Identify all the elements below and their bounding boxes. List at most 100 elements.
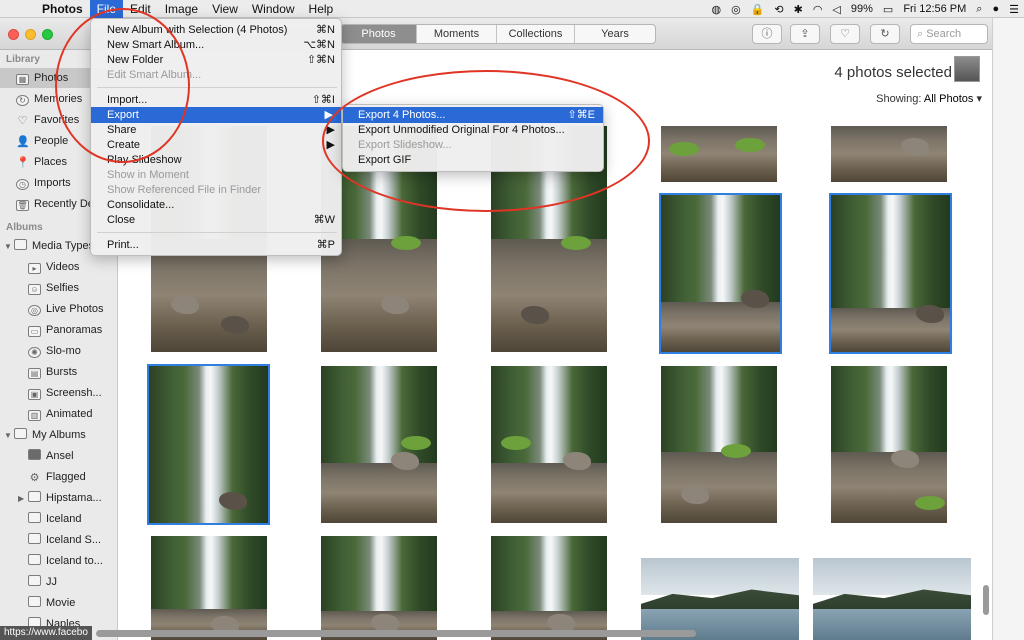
evernote-icon[interactable]: ◍ [711,3,721,16]
zoom-window-button[interactable] [42,29,53,40]
disclosure-closed-icon[interactable]: ▶ [18,489,28,509]
showing-filter[interactable]: Showing: All Photos ▾ [876,92,982,105]
folder-icon [14,239,27,250]
sidebar-album-jj[interactable]: JJ [28,572,57,592]
rotate-button[interactable]: ↻ [870,24,900,44]
menu-item-print[interactable]: Print... ⌘P [107,237,335,253]
clock[interactable]: Fri 12:56 PM [903,3,966,15]
sidebar-group-my-albums[interactable]: ▼ My Albums [4,425,86,445]
sidebar-item-screenshots[interactable]: ▣ Screensh... [28,383,102,403]
sidebar-item-recently-deleted[interactable]: 🗑 Recently De [16,194,94,214]
lock-icon[interactable]: 🔒 [751,3,765,16]
menu-item-close[interactable]: Close ⌘W [107,212,335,228]
photo-thumbnail[interactable] [661,126,777,182]
info-icon: ⓘ [761,28,773,40]
folder-icon [28,596,41,607]
panorama-icon: ▭ [28,326,41,337]
photo-thumbnail[interactable] [491,536,607,640]
sidebar-album-ansel[interactable]: Ansel [28,446,74,466]
menu-app-photos[interactable]: Photos [32,0,90,18]
minimize-window-button[interactable] [25,29,36,40]
sidebar-header-albums: Albums [6,222,43,233]
share-icon: ⇪ [800,28,810,40]
sidebar-album-iceland[interactable]: Iceland [28,509,81,529]
notification-center-icon[interactable]: ☰ [1009,3,1019,16]
animated-icon: ▥ [28,410,41,421]
video-icon: ▸ [28,263,41,274]
sidebar-item-bursts[interactable]: ▤ Bursts [28,362,77,382]
share-button[interactable]: ⇪ [790,24,820,44]
siri-icon[interactable]: ● [992,3,999,15]
annotation-circle-export-submenu [322,70,650,212]
sidebar-item-animated[interactable]: ▥ Animated [28,404,92,424]
sidebar-item-people[interactable]: 👤 People [16,131,68,151]
search-icon: ⌕ [917,28,927,40]
live-photo-icon: ◎ [28,305,41,316]
spotlight-icon[interactable]: ⌕ [976,3,982,16]
sidebar-item-videos[interactable]: ▸ Videos [28,257,79,277]
sidebar-album-flagged[interactable]: ⚙ Flagged [28,467,86,487]
horizontal-scrollbar[interactable] [96,630,696,637]
selfie-icon: ☺ [28,284,41,295]
sidebar-album-movie[interactable]: Movie [28,593,75,613]
wifi-icon[interactable]: ◠ [813,3,823,16]
bluetooth-icon[interactable]: ✱ [794,3,803,16]
photo-thumbnail-selected[interactable] [829,193,952,354]
menu-help[interactable]: Help [302,0,341,18]
tab-years[interactable]: Years [575,25,655,43]
heart-icon: ♡ [840,28,850,40]
sidebar-item-imports[interactable]: ◷ Imports [16,173,71,193]
battery-percent[interactable]: 99% [851,3,873,15]
photo-thumbnail-selected[interactable] [659,193,782,354]
disclosure-open-icon[interactable]: ▼ [4,237,14,257]
menu-item-consolidate[interactable]: Consolidate... [107,197,335,213]
clock-icon: ◷ [16,179,29,190]
tab-collections[interactable]: Collections [497,25,575,43]
sidebar-album-iceland-s[interactable]: Iceland S... [28,530,101,550]
person-icon: 👤 [16,136,30,148]
vertical-scrollbar[interactable] [983,585,989,615]
sidebar-album-hipstamatic[interactable]: ▶ Hipstama... [18,488,102,508]
pin-icon: 📍 [16,157,30,169]
volume-icon[interactable]: ◁ [832,3,840,16]
photo-thumbnail[interactable] [641,558,799,640]
menu-view[interactable]: View [205,0,245,18]
selection-thumbnail[interactable] [954,56,980,82]
menu-window[interactable]: Window [245,0,302,18]
search-input[interactable]: ⌕ Search [910,24,988,44]
sidebar-group-media-types[interactable]: ▼ Media Types [4,236,94,256]
tab-moments[interactable]: Moments [417,25,497,43]
folder-icon [28,491,41,502]
disclosure-open-icon[interactable]: ▼ [4,426,14,446]
photo-thumbnail[interactable] [661,366,777,523]
photo-thumbnail[interactable] [831,366,947,523]
folder-icon [28,575,41,586]
menu-image[interactable]: Image [158,0,205,18]
close-window-button[interactable] [8,29,19,40]
heart-icon: ♡ [17,115,28,127]
creative-cloud-icon[interactable]: ◎ [731,3,741,16]
sidebar-item-places[interactable]: 📍 Places [16,152,67,172]
slo-mo-icon: ✺ [28,347,41,358]
folder-icon [28,512,41,523]
info-button[interactable]: ⓘ [752,24,782,44]
background-window-edge [992,18,1024,640]
search-placeholder: Search [926,28,962,40]
photo-thumbnail[interactable] [151,536,267,640]
sidebar-item-slo-mo[interactable]: ✺ Slo-mo [28,341,81,361]
favorite-button[interactable]: ♡ [830,24,860,44]
memories-icon: ↻ [16,95,29,106]
sidebar-item-selfies[interactable]: ☺ Selfies [28,278,79,298]
photo-thumbnail[interactable] [321,536,437,640]
photo-thumbnail[interactable] [321,366,437,523]
sidebar-item-live-photos[interactable]: ◎ Live Photos [28,299,103,319]
tab-photos[interactable]: Photos [341,25,417,43]
sidebar-album-iceland-to[interactable]: Iceland to... [28,551,103,571]
sidebar-item-panoramas[interactable]: ▭ Panoramas [28,320,102,340]
photo-thumbnail[interactable] [813,558,971,640]
time-machine-icon[interactable]: ⟲ [774,3,783,16]
photo-thumbnail[interactable] [831,126,947,182]
photo-thumbnail-selected[interactable] [147,364,270,525]
photo-thumbnail[interactable] [491,366,607,523]
battery-icon[interactable]: ▭ [883,3,893,16]
